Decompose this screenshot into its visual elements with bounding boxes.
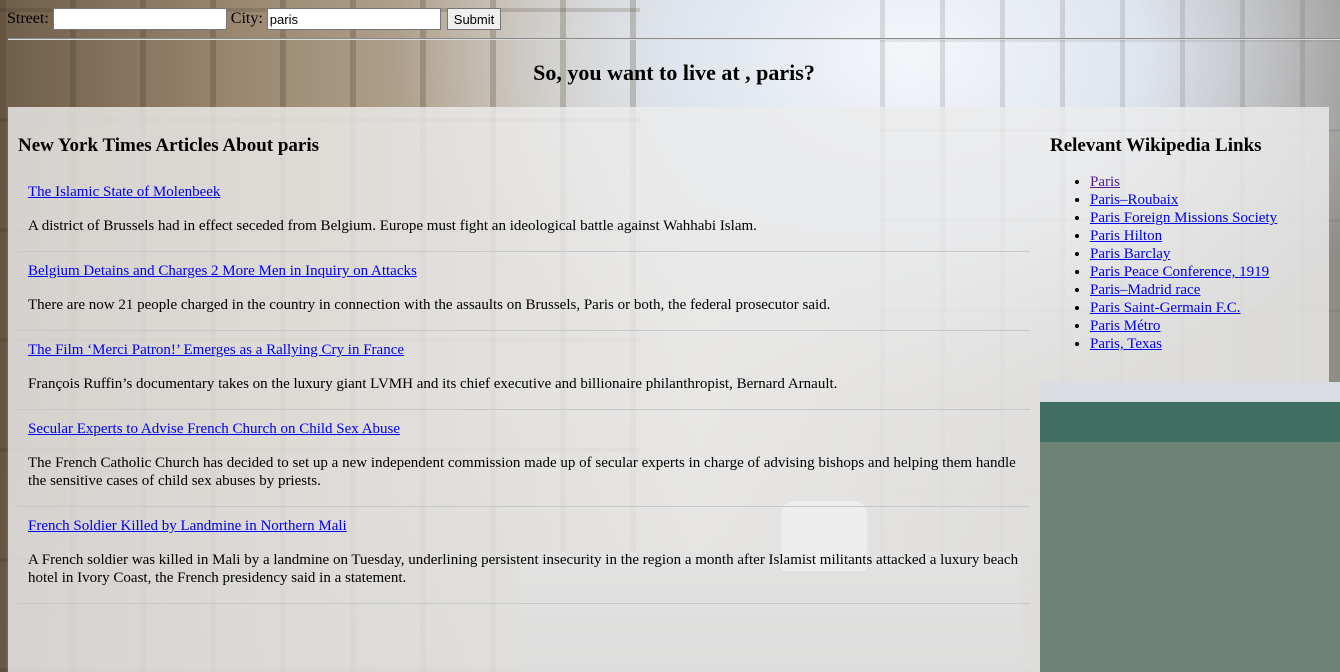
wiki-list-item: Paris–Madrid race	[1090, 281, 1319, 299]
wiki-link-list: Paris Paris–Roubaix Paris Foreign Missio…	[1050, 173, 1319, 353]
article-summary: The French Catholic Church has decided t…	[28, 455, 1016, 489]
wiki-list-item: Paris Peace Conference, 1919	[1090, 263, 1319, 281]
article-item: Belgium Detains and Charges 2 More Men i…	[18, 252, 1030, 331]
address-form: Street: City: Submit	[7, 8, 502, 30]
article-link[interactable]: Belgium Detains and Charges 2 More Men i…	[28, 263, 417, 279]
header-divider	[8, 38, 1340, 40]
city-input[interactable]	[266, 8, 441, 30]
wiki-list-item: Paris Barclay	[1090, 245, 1319, 263]
article-summary: There are now 21 people charged in the c…	[28, 297, 831, 313]
wiki-link-paris-roubaix[interactable]: Paris–Roubaix	[1090, 192, 1178, 208]
article-link[interactable]: The Film ‘Merci Patron!’ Emerges as a Ra…	[28, 342, 404, 358]
wiki-link-psg[interactable]: Paris Saint-Germain F.C.	[1090, 300, 1240, 316]
wiki-link-paris-metro[interactable]: Paris Métro	[1090, 318, 1160, 334]
street-input[interactable]	[52, 8, 227, 30]
wikipedia-links-panel: Relevant Wikipedia Links Paris Paris–Rou…	[1040, 107, 1329, 382]
wiki-list-item: Paris Hilton	[1090, 227, 1319, 245]
wiki-link-paris-foreign-missions[interactable]: Paris Foreign Missions Society	[1090, 210, 1277, 226]
wiki-link-paris-peace-conference[interactable]: Paris Peace Conference, 1919	[1090, 264, 1269, 280]
wiki-list-item: Paris Métro	[1090, 317, 1319, 335]
article-link[interactable]: The Islamic State of Molenbeek	[28, 184, 220, 200]
article-item: The Islamic State of Molenbeek A distric…	[18, 173, 1030, 252]
nyt-articles-panel: New York Times Articles About paris The …	[8, 107, 1040, 672]
article-item: French Soldier Killed by Landmine in Nor…	[18, 507, 1030, 604]
nyt-heading: New York Times Articles About paris	[18, 135, 320, 156]
street-label: Street:	[7, 10, 49, 27]
wiki-heading: Relevant Wikipedia Links	[1050, 135, 1262, 156]
wiki-link-paris-barclay[interactable]: Paris Barclay	[1090, 246, 1170, 262]
wiki-list-item: Paris, Texas	[1090, 335, 1319, 353]
background-bus	[1040, 382, 1340, 672]
city-label: City:	[230, 10, 263, 27]
article-summary: François Ruffin’s documentary takes on t…	[28, 376, 838, 392]
wiki-list-item: Paris Foreign Missions Society	[1090, 209, 1319, 227]
article-link[interactable]: Secular Experts to Advise French Church …	[28, 421, 400, 437]
wiki-link-paris-madrid-race[interactable]: Paris–Madrid race	[1090, 282, 1200, 298]
wiki-link-paris[interactable]: Paris	[1090, 174, 1120, 190]
submit-button[interactable]: Submit	[446, 8, 502, 30]
article-item: Secular Experts to Advise French Church …	[18, 410, 1030, 507]
wiki-list-item: Paris	[1090, 173, 1319, 191]
article-item: The Film ‘Merci Patron!’ Emerges as a Ra…	[18, 331, 1030, 410]
wiki-list-item: Paris–Roubaix	[1090, 191, 1319, 209]
wiki-link-paris-hilton[interactable]: Paris Hilton	[1090, 228, 1162, 244]
search-bar: Street: City: Submit	[0, 0, 1340, 38]
page-title: So, you want to live at , paris?	[533, 60, 815, 85]
wiki-link-paris-texas[interactable]: Paris, Texas	[1090, 336, 1162, 352]
article-summary: A French soldier was killed in Mali by a…	[28, 552, 1019, 586]
article-summary: A district of Brussels had in effect sec…	[28, 218, 757, 234]
wiki-list-item: Paris Saint-Germain F.C.	[1090, 299, 1319, 317]
article-link[interactable]: French Soldier Killed by Landmine in Nor…	[28, 518, 347, 534]
